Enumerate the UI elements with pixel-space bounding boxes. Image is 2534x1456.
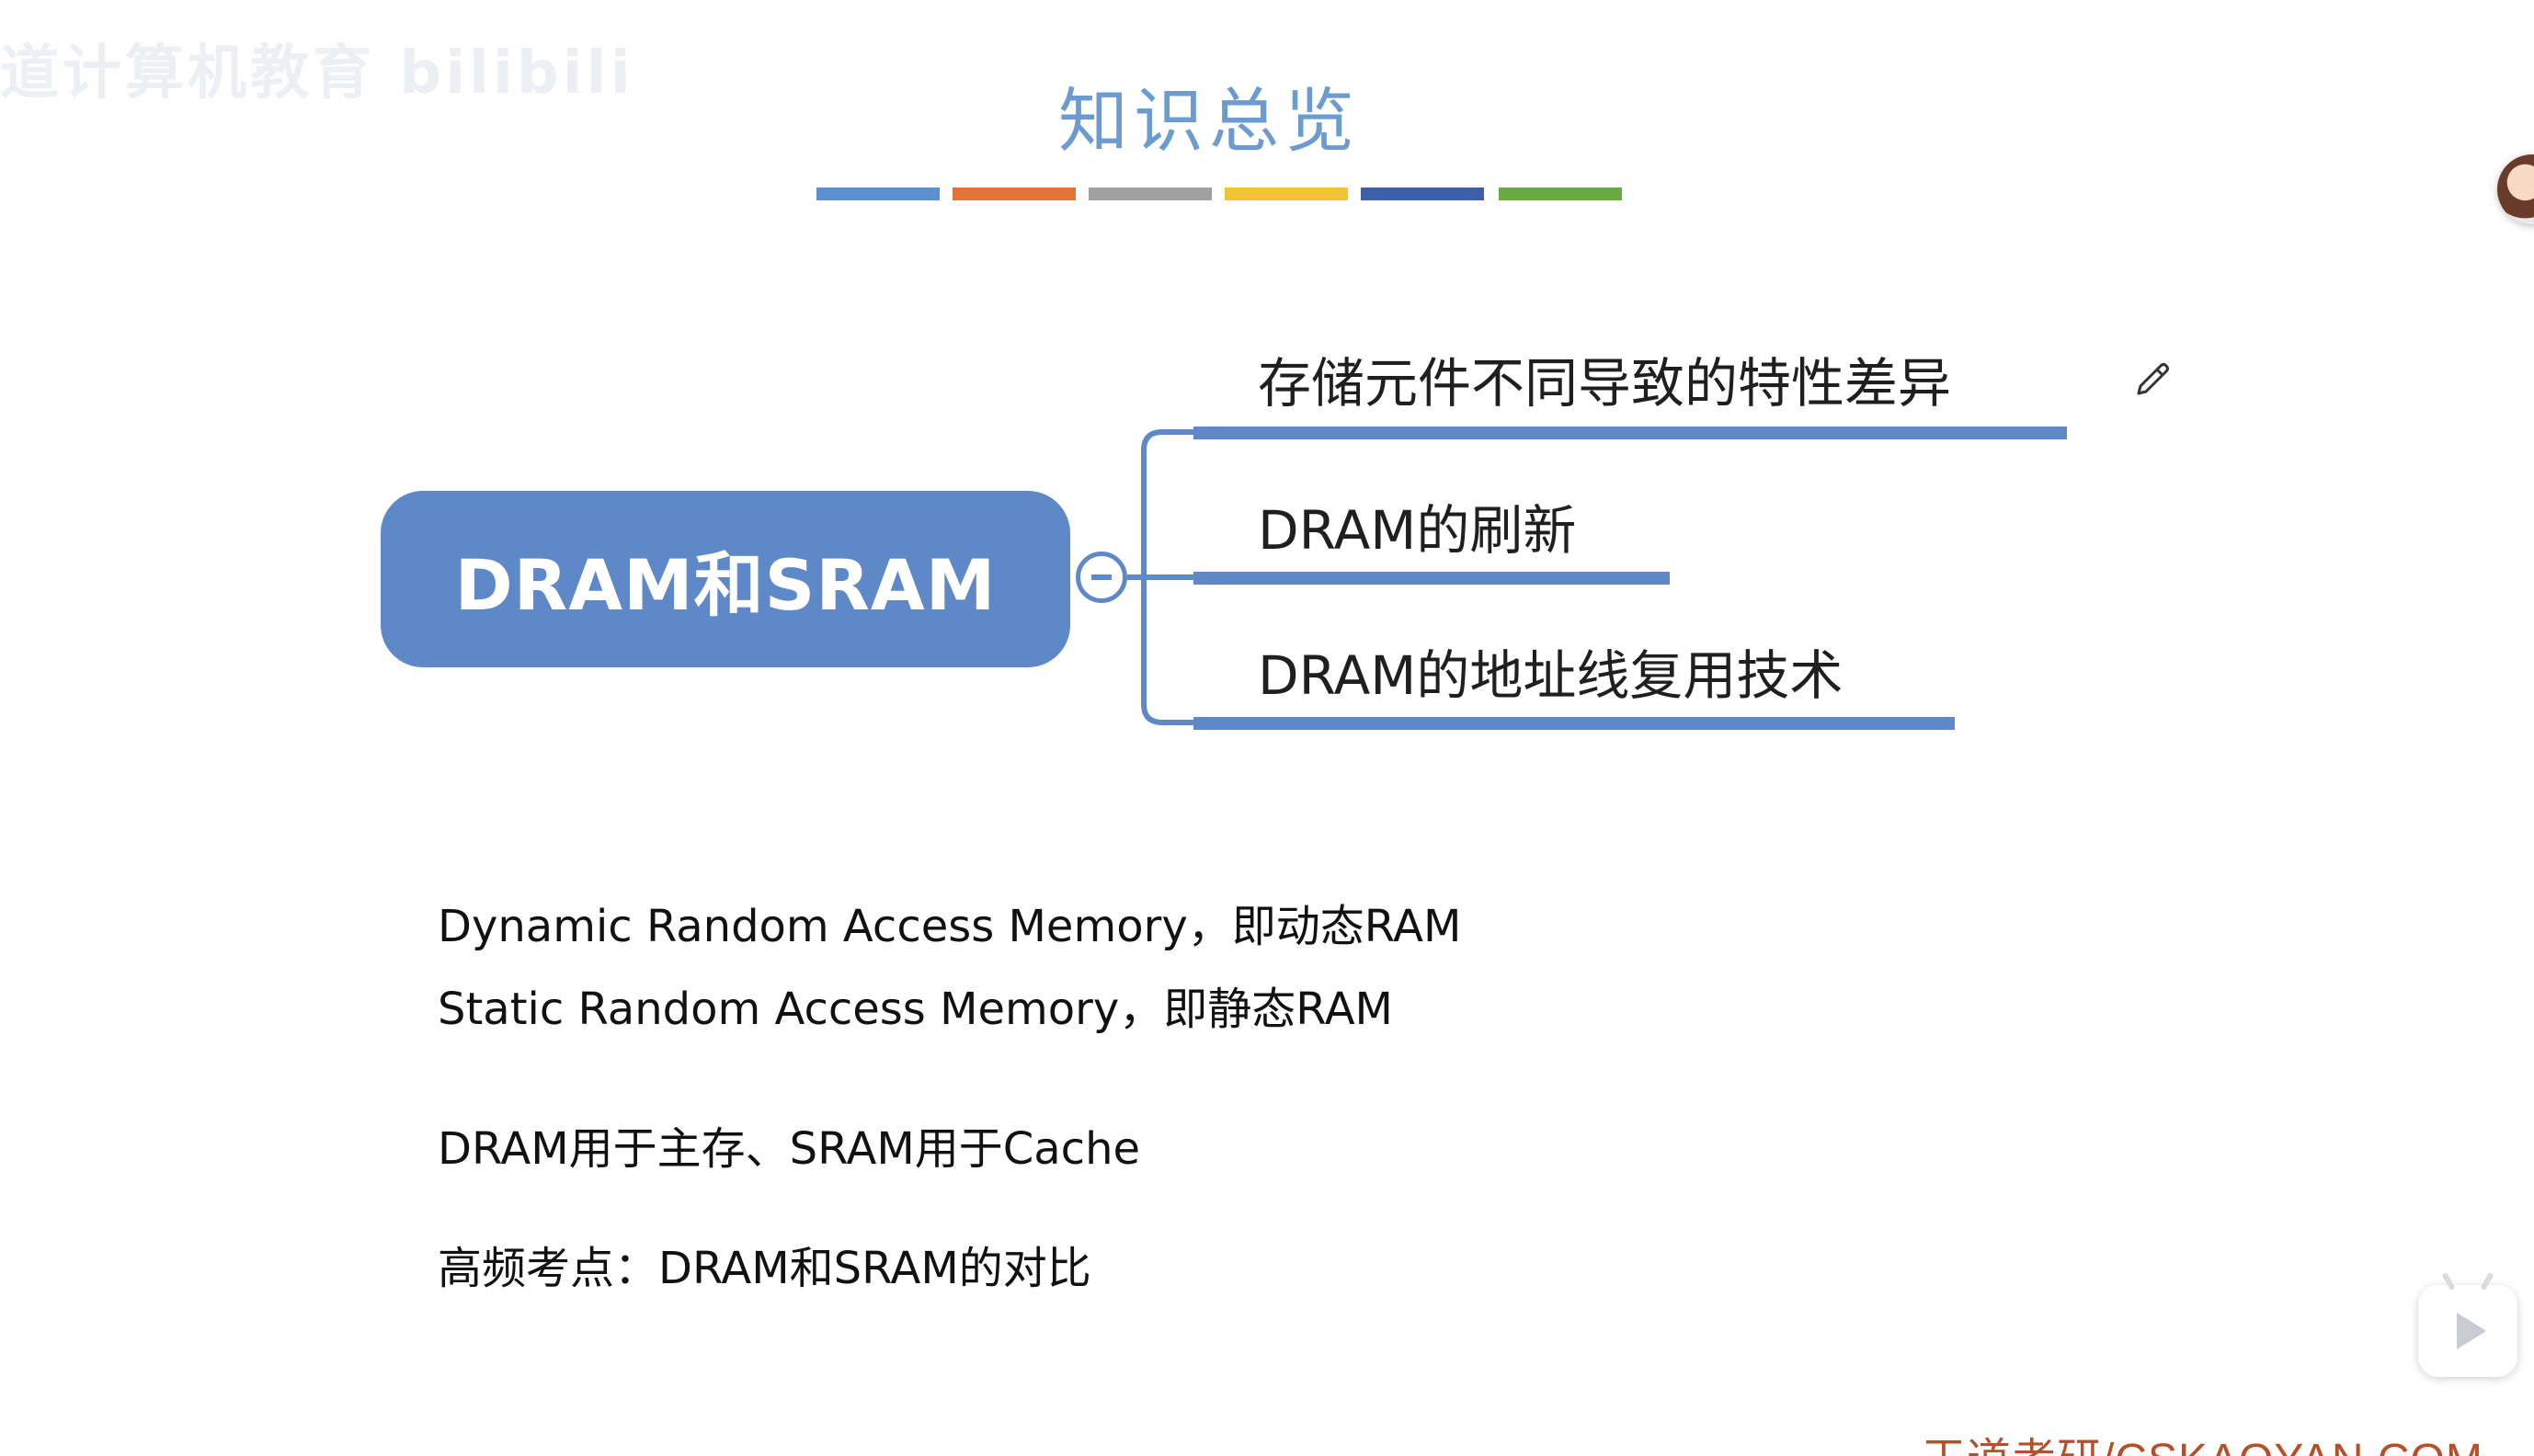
collapse-icon[interactable] bbox=[1076, 552, 1127, 603]
usage-note: DRAM用于主存、SRAM用于Cache bbox=[438, 1123, 1141, 1175]
pencil-icon[interactable] bbox=[2131, 358, 2174, 401]
branch-underline bbox=[1193, 427, 2067, 439]
play-icon bbox=[2457, 1313, 2486, 1349]
key-point-note: 高频考点：DRAM和SRAM的对比 bbox=[438, 1243, 1091, 1294]
sram-definition: Static Random Access Memory，即静态RAM bbox=[438, 984, 1393, 1035]
branch-label[interactable]: DRAM的地址线复用技术 bbox=[1258, 632, 1843, 710]
mindmap: DRAM和SRAM 存储元件不同导致的特性差异 DRAM的刷新 DRAM的地址线… bbox=[0, 0, 2534, 1456]
branch-underline bbox=[1193, 572, 1670, 585]
footer-brand: 王道考研/CSKAOYAN.COM bbox=[1922, 1423, 2483, 1456]
play-button[interactable] bbox=[2418, 1271, 2517, 1377]
root-node[interactable]: DRAM和SRAM bbox=[381, 491, 1070, 667]
branch-underline bbox=[1193, 717, 1955, 730]
dram-definition: Dynamic Random Access Memory，即动态RAM bbox=[438, 901, 1462, 952]
branch-label[interactable]: 存储元件不同导致的特性差异 bbox=[1258, 340, 1951, 417]
branch-label[interactable]: DRAM的刷新 bbox=[1258, 487, 1576, 564]
